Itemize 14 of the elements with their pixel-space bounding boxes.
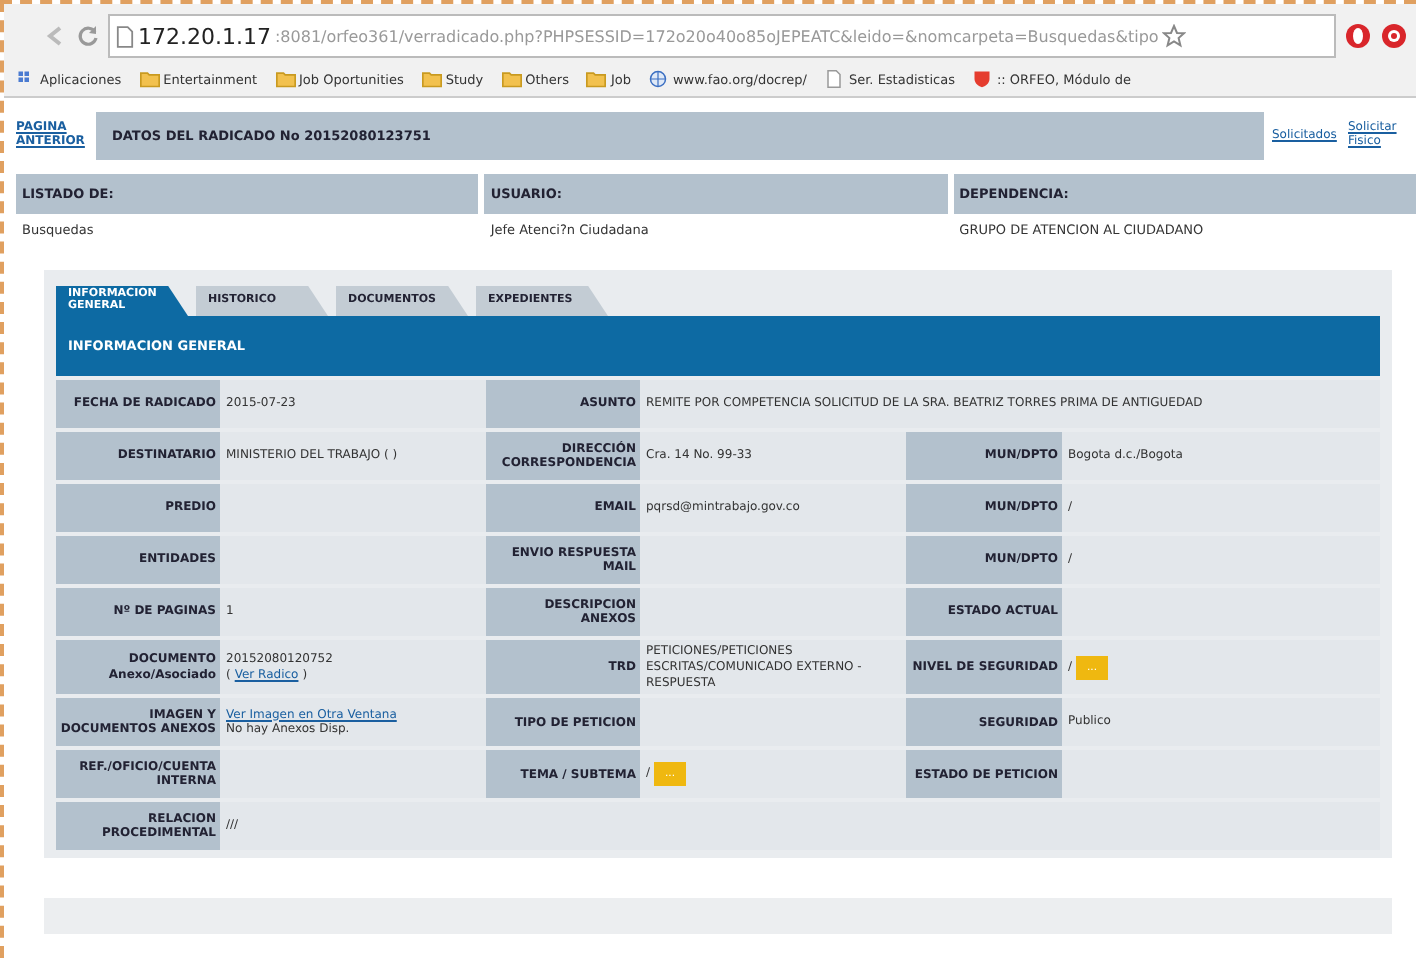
folder-icon	[139, 70, 160, 88]
folder-icon	[586, 70, 607, 88]
globe-icon	[648, 70, 669, 88]
extension-icon[interactable]	[1380, 22, 1408, 50]
reload-icon[interactable]	[76, 24, 100, 48]
page-icon	[116, 25, 134, 47]
folder-icon	[501, 70, 522, 88]
address-field[interactable]: 172.20.1.17 :8081/orfeo361/verradicado.php?PHPSESSID=172o20o40o85oJEPEATC&leido=&nomcarpeta=Busquedas&tipo	[108, 14, 1336, 58]
folder-icon	[275, 70, 296, 88]
folder-icon	[421, 70, 442, 88]
shield-icon	[972, 70, 993, 88]
extension-icon[interactable]	[1344, 22, 1372, 50]
page-icon	[824, 70, 845, 88]
star-icon[interactable]	[1162, 24, 1187, 48]
